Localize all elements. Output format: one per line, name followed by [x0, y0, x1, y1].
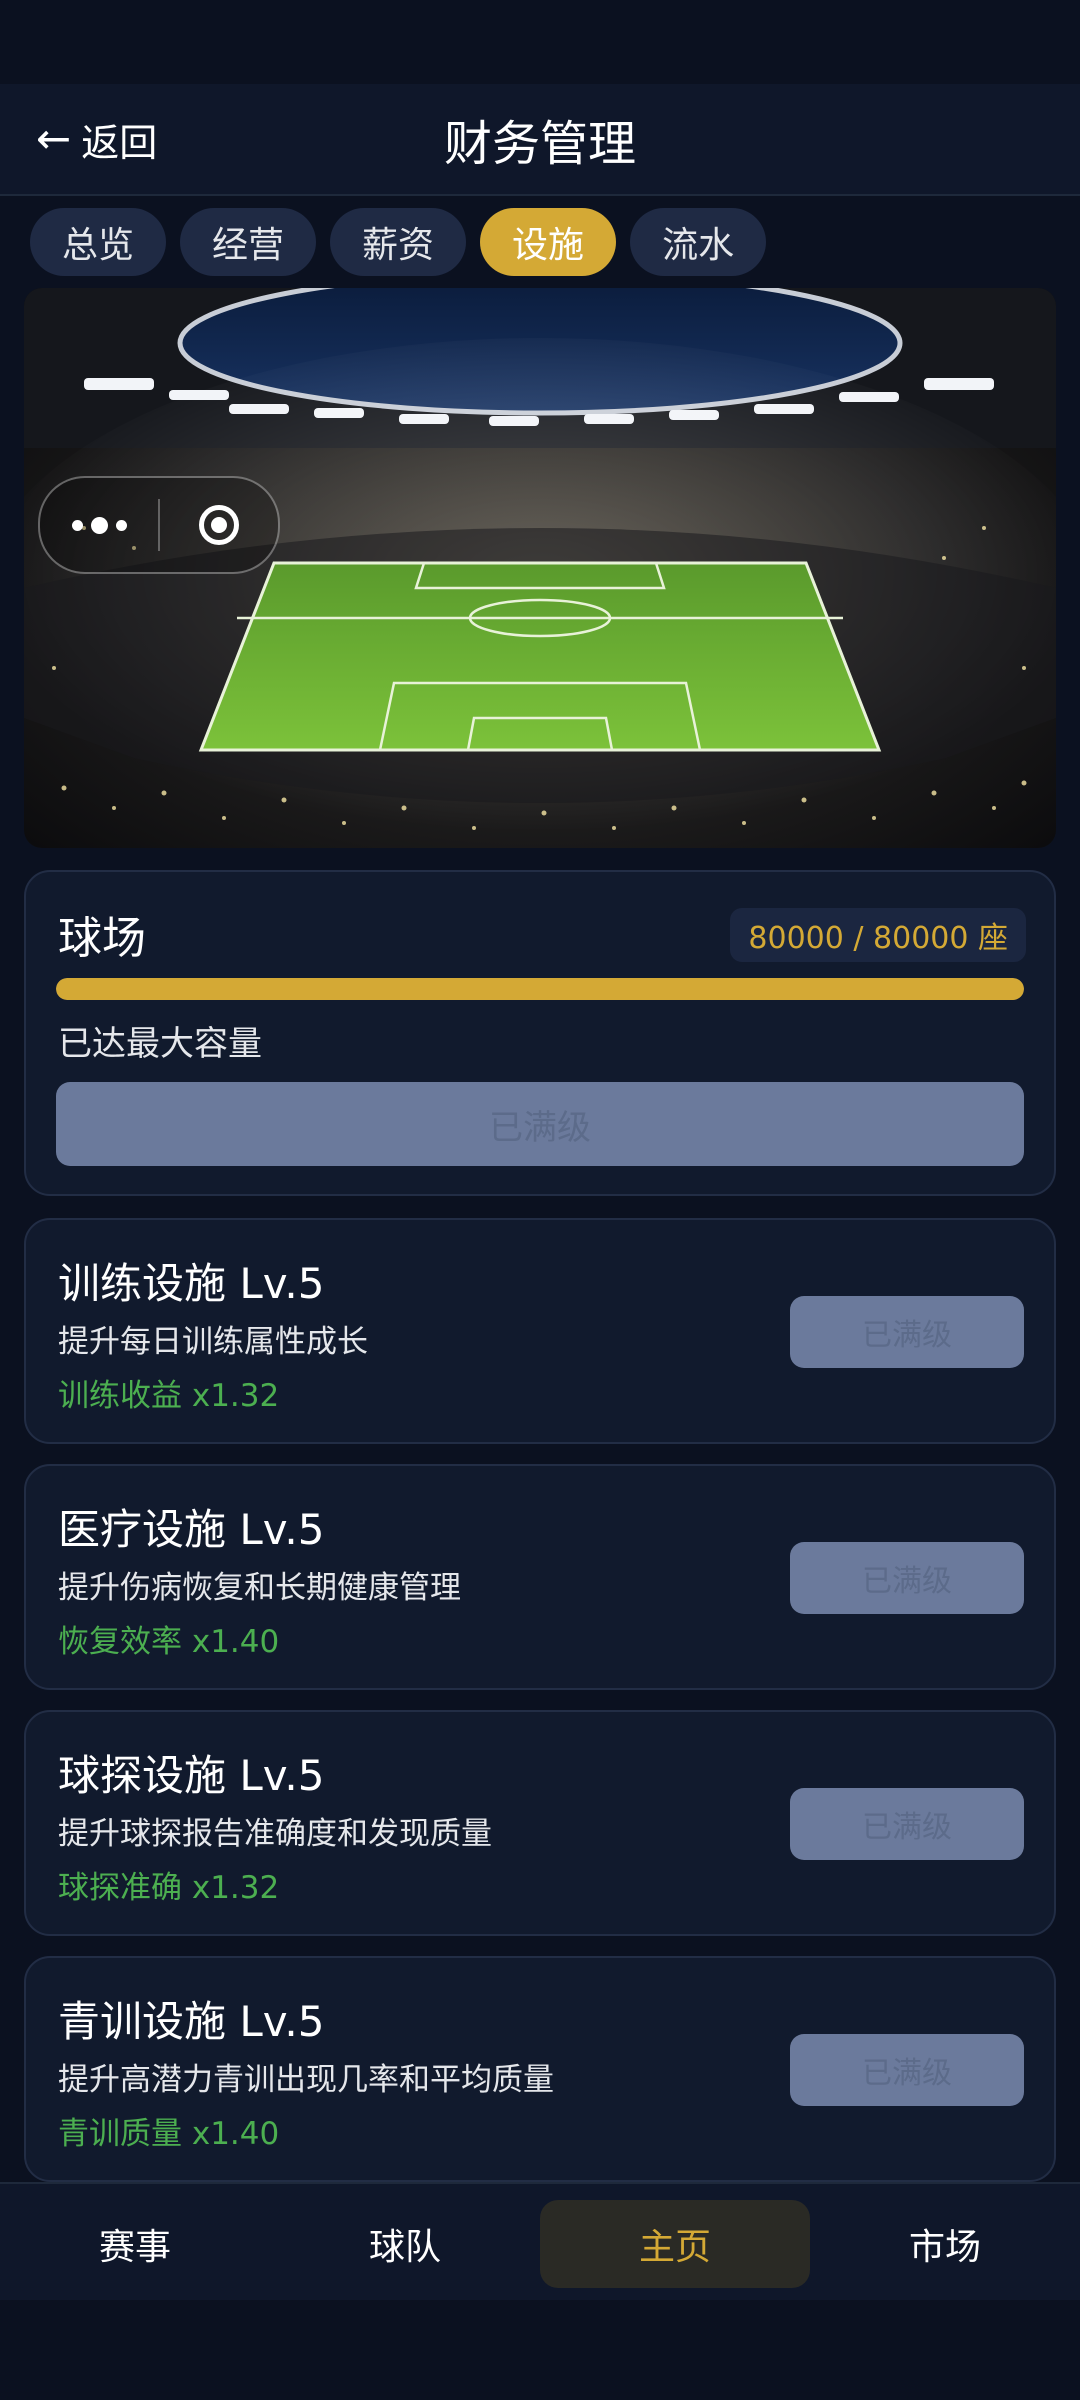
youth-upgrade-button[interactable]: 已满级: [790, 2034, 1024, 2106]
training-upgrade-button[interactable]: 已满级: [790, 1296, 1024, 1368]
medical-upgrade-button[interactable]: 已满级: [790, 1542, 1024, 1614]
facility-bonus: 球探准确 x1.32: [58, 1870, 280, 1906]
facility-card-medical: 医疗设施 Lv.5 提升伤病恢复和长期健康管理 恢复效率 x1.40 已满级: [24, 1464, 1056, 1690]
tab-bar: 总览 经营 薪资 设施 流水: [30, 208, 767, 276]
facility-description: 提升伤病恢复和长期健康管理: [58, 1570, 461, 1606]
mini-program-capsule: [38, 476, 280, 574]
facility-card-training: 训练设施 Lv.5 提升每日训练属性成长 训练收益 x1.32 已满级: [24, 1218, 1056, 1444]
tab-operations[interactable]: 经营: [180, 208, 317, 276]
nav-matches[interactable]: 赛事: [0, 2200, 270, 2288]
status-bar: [0, 0, 1080, 84]
nav-home[interactable]: 主页: [540, 2200, 810, 2288]
facility-bonus: 训练收益 x1.32: [58, 1378, 280, 1414]
scouting-upgrade-button[interactable]: 已满级: [790, 1788, 1024, 1860]
nav-team[interactable]: 球队: [270, 2200, 540, 2288]
facility-card-scouting: 球探设施 Lv.5 提升球探报告准确度和发现质量 球探准确 x1.32 已满级: [24, 1710, 1056, 1936]
facility-title: 医疗设施 Lv.5: [58, 1505, 325, 1554]
facility-bonus: 恢复效率 x1.40: [58, 1624, 280, 1660]
facility-description: 提升高潜力青训出现几率和平均质量: [58, 2062, 554, 2098]
stadium-image: [24, 288, 1056, 848]
stadium-note: 已达最大容量: [58, 1024, 262, 1064]
tab-overview[interactable]: 总览: [30, 208, 167, 276]
facility-bonus: 青训质量 x1.40: [58, 2116, 280, 2152]
page-title: 财务管理: [443, 116, 636, 172]
header: ← 返回 财务管理: [0, 84, 1080, 196]
facility-title: 球探设施 Lv.5: [58, 1751, 325, 1800]
more-dots-icon[interactable]: [40, 516, 158, 534]
stadium-card: 球场 80000 / 80000 座 已达最大容量 已满级: [24, 870, 1056, 1196]
capacity-progress-fill: [56, 978, 1024, 1000]
bottom-safe-area: [0, 2300, 1080, 2400]
stadium-upgrade-button[interactable]: 已满级: [56, 1082, 1024, 1166]
nav-market[interactable]: 市场: [810, 2200, 1080, 2288]
facility-description: 提升球探报告准确度和发现质量: [58, 1816, 492, 1852]
capacity-progress-bar: [56, 978, 1024, 1000]
facility-card-youth: 青训设施 Lv.5 提升高潜力青训出现几率和平均质量 青训质量 x1.40 已满…: [24, 1956, 1056, 2182]
capacity-badge: 80000 / 80000 座: [730, 908, 1026, 962]
bottom-nav: 赛事 球队 主页 市场: [0, 2182, 1080, 2302]
tab-cashflow[interactable]: 流水: [630, 208, 767, 276]
tab-facilities[interactable]: 设施: [480, 208, 617, 276]
facility-title: 青训设施 Lv.5: [58, 1997, 325, 2046]
facility-title: 训练设施 Lv.5: [58, 1259, 325, 1308]
tab-salary[interactable]: 薪资: [330, 208, 467, 276]
stadium-title: 球场: [58, 913, 146, 964]
facility-description: 提升每日训练属性成长: [58, 1324, 368, 1360]
target-icon[interactable]: [160, 505, 278, 545]
